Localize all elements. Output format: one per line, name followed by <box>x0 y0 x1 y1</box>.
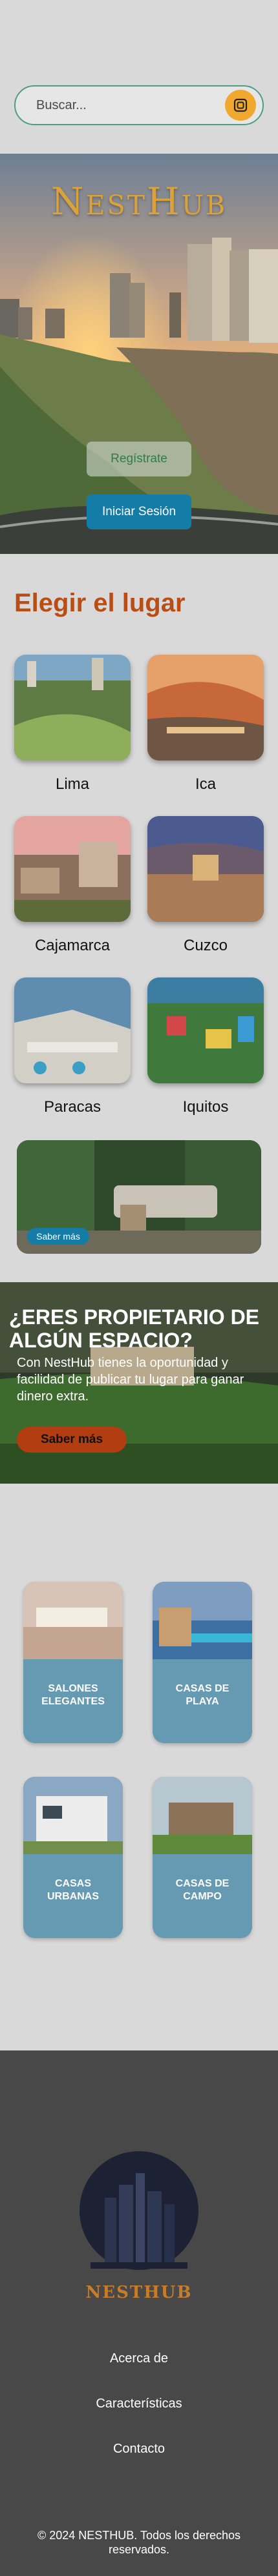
salon-photo <box>23 1582 123 1659</box>
country-house-photo <box>153 1777 252 1854</box>
place-name: Paracas <box>43 1098 102 1116</box>
urban-house-photo <box>23 1777 123 1854</box>
search-input[interactable] <box>36 97 225 113</box>
footer-link-features[interactable]: Características <box>0 2397 278 2411</box>
footer-logo-text: NESTHUB <box>85 2283 193 2302</box>
place-card-lima[interactable]: Lima <box>14 655 131 793</box>
category-label: CASAS URBANAS <box>47 1878 99 1902</box>
place-name: Ica <box>195 775 216 793</box>
iquitos-photo <box>147 977 264 1083</box>
page: NestHub Regístrate Iniciar Sesión Elegir… <box>0 0 278 2576</box>
category-label: CASAS DE PLAYA <box>175 1683 230 1707</box>
place-name: Iquitos <box>182 1098 229 1116</box>
place-card-cuzco[interactable]: Cuzco <box>147 816 264 955</box>
category-label: CASAS DE CAMPO <box>175 1878 230 1902</box>
owner-more-button[interactable]: Saber más <box>17 1427 127 1453</box>
place-card-cajamarca[interactable]: Cajamarca <box>14 816 131 955</box>
lima-photo <box>14 655 131 761</box>
brand-title: NestHub <box>50 179 228 223</box>
owner-title: ¿ERES PROPIETARIO DE ALGÚN ESPACIO? <box>9 1305 260 1352</box>
place-card-paracas[interactable]: Paracas <box>14 977 131 1116</box>
place-card-iquitos[interactable]: Iquitos <box>147 977 264 1116</box>
search-bar <box>14 85 264 125</box>
place-card-ica[interactable]: Ica <box>147 655 264 793</box>
paracas-photo <box>14 977 131 1083</box>
places-title: Elegir el lugar <box>14 589 186 617</box>
footer-link-contact[interactable]: Contacto <box>0 2442 278 2457</box>
hero-section: NestHub Regístrate Iniciar Sesión <box>0 154 278 554</box>
place-name: Lima <box>55 775 90 793</box>
copyright-text: © 2024 NESTHUB. Todos los derechos reser… <box>37 2529 241 2556</box>
owner-section: ¿ERES PROPIETARIO DE ALGÚN ESPACIO? Con … <box>0 1282 278 1484</box>
category-card-playa[interactable]: CASAS DE PLAYA <box>153 1582 252 1743</box>
register-button[interactable]: Regístrate <box>87 442 191 476</box>
nesthub-logo <box>80 2151 198 2270</box>
category-label: SALONES ELEGANTES <box>41 1683 105 1707</box>
category-card-campo[interactable]: CASAS DE CAMPO <box>153 1777 252 1938</box>
login-button[interactable]: Iniciar Sesión <box>87 495 191 529</box>
featured-banner: Saber más <box>17 1140 261 1254</box>
cuzco-photo <box>147 816 264 922</box>
place-name: Cuzco <box>183 937 228 954</box>
cajamarca-photo <box>14 816 131 922</box>
category-card-urbanas[interactable]: CASAS URBANAS <box>23 1777 123 1938</box>
banner-more-button[interactable]: Saber más <box>27 1228 89 1245</box>
footer: NESTHUB Acerca de Características Contac… <box>0 2050 278 2576</box>
search-button[interactable] <box>225 90 256 121</box>
owner-description: Con NestHub tienes la oportunidad y faci… <box>17 1356 244 1404</box>
search-icon <box>233 98 248 112</box>
footer-link-about[interactable]: Acerca de <box>0 2351 278 2366</box>
place-name: Cajamarca <box>34 937 111 954</box>
ica-photo <box>147 655 264 761</box>
category-card-salones[interactable]: SALONES ELEGANTES <box>23 1582 123 1743</box>
beach-house-photo <box>153 1582 252 1659</box>
